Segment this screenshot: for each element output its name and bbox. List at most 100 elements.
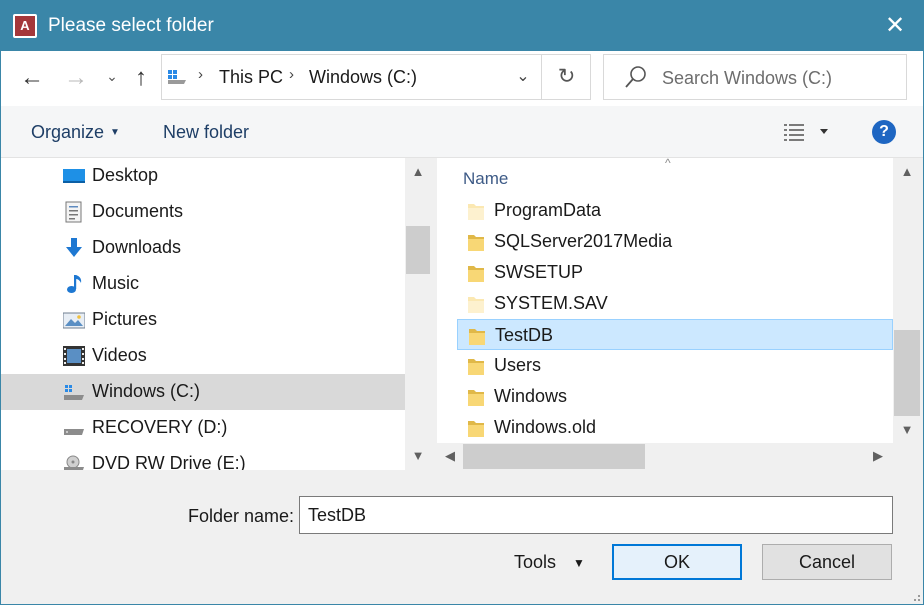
scroll-up-button[interactable]: ▲ <box>893 164 921 179</box>
breadcrumb-separator: › <box>198 66 203 83</box>
command-bar: Organize ▼ New folder ? <box>1 106 923 158</box>
sidebar-item-label: DVD RW Drive (E:) <box>92 453 246 470</box>
address-bar[interactable]: › This PC › Windows (C:) ⌄ ↻ <box>161 54 591 100</box>
chevron-up-icon: ▲ <box>900 164 914 179</box>
sidebar-item-label: Downloads <box>92 237 182 257</box>
file-list-pane: ^ Name ProgramData SQLServer2017Media SW… <box>437 158 921 470</box>
folder-name-field[interactable] <box>299 496 893 534</box>
chevron-up-icon: ▲ <box>411 164 425 179</box>
scroll-down-button[interactable]: ▼ <box>893 422 921 437</box>
dvd-drive-icon <box>64 455 84 470</box>
music-icon <box>67 275 82 293</box>
list-item[interactable]: Windows <box>457 381 893 412</box>
sidebar-item-windows-c[interactable]: Windows (C:) <box>1 374 405 410</box>
caret-down-icon <box>820 129 828 134</box>
folder-icon <box>468 266 484 282</box>
desktop-icon <box>63 169 85 183</box>
sidebar-item-pictures[interactable]: Pictures <box>1 302 405 338</box>
tools-button[interactable]: Tools <box>514 552 556 573</box>
chevron-left-icon: ◀ <box>445 448 455 463</box>
folder-icon <box>468 390 484 406</box>
file-name: TestDB <box>495 325 554 345</box>
address-dropdown-button[interactable]: ⌄ <box>507 66 539 90</box>
sidebar-item-videos[interactable]: Videos <box>1 338 405 374</box>
cancel-button[interactable]: Cancel <box>762 544 892 580</box>
help-button[interactable]: ? <box>872 120 896 144</box>
sidebar-item-desktop[interactable]: Desktop <box>1 158 405 194</box>
documents-icon <box>65 201 82 223</box>
navigation-pane: Desktop Documents Downloads Music Pictur… <box>1 158 431 470</box>
sidebar-item-label: Documents <box>92 201 184 221</box>
list-item[interactable]: SYSTEM.SAV <box>457 288 893 319</box>
list-item[interactable]: SWSETUP <box>457 257 893 288</box>
file-list-vertical-scrollbar[interactable]: ▲ ▼ <box>893 158 921 443</box>
scroll-up-button[interactable]: ▲ <box>405 164 431 179</box>
folder-icon <box>468 421 484 437</box>
select-folder-dialog: A Please select folder ✕ ← → ⌄ ↑ › This … <box>0 0 924 605</box>
forward-arrow-icon: → <box>64 64 88 91</box>
title-bar[interactable]: A Please select folder ✕ <box>1 1 923 51</box>
file-list-horizontal-scrollbar[interactable]: ◀ ▶ <box>437 443 893 470</box>
search-box[interactable] <box>603 54 907 100</box>
scroll-left-button[interactable]: ◀ <box>445 448 455 464</box>
sidebar-item-downloads[interactable]: Downloads <box>1 230 405 266</box>
column-header-name[interactable]: Name <box>463 169 508 189</box>
close-button[interactable]: ✕ <box>867 1 923 51</box>
navigation-pane-scrollbar[interactable]: ▲ ▼ <box>405 158 431 470</box>
navigation-bar: ← → ⌄ ↑ › This PC › Windows (C:) ⌄ ↻ <box>1 51 923 106</box>
sidebar-item-documents[interactable]: Documents <box>1 194 405 230</box>
new-folder-button[interactable]: New folder <box>163 122 249 143</box>
hidden-folder-icon <box>468 297 484 313</box>
caret-down-icon[interactable]: ▼ <box>573 556 585 570</box>
scrollbar-thumb[interactable] <box>463 444 645 469</box>
file-name: Users <box>494 355 542 375</box>
breadcrumb-this-pc[interactable]: This PC <box>219 67 283 88</box>
chevron-down-icon: ⌄ <box>106 68 118 84</box>
resize-grip-icon[interactable] <box>909 590 921 602</box>
list-item[interactable]: ProgramData <box>457 195 893 226</box>
list-item[interactable]: SQLServer2017Media <box>457 226 893 257</box>
folder-name-label: Folder name: <box>188 506 295 526</box>
file-name: ProgramData <box>494 200 602 220</box>
change-view-button[interactable] <box>783 120 835 144</box>
scrollbar-thumb[interactable] <box>894 330 920 416</box>
folder-icon <box>468 359 484 375</box>
sidebar-item-music[interactable]: Music <box>1 266 405 302</box>
window-title: Please select folder <box>48 15 214 36</box>
organize-label: Organize <box>31 122 105 142</box>
up-button[interactable]: ↑ <box>126 61 156 95</box>
file-name: SYSTEM.SAV <box>494 293 608 313</box>
sidebar-item-label: Desktop <box>92 165 159 185</box>
back-button[interactable]: ← <box>17 61 47 95</box>
pictures-icon <box>63 312 85 329</box>
back-arrow-icon: ← <box>20 64 44 91</box>
refresh-button[interactable]: ↻ <box>541 55 591 99</box>
sidebar-item-label: RECOVERY (D:) <box>92 417 228 437</box>
forward-button[interactable]: → <box>61 61 91 95</box>
scroll-down-button[interactable]: ▼ <box>405 448 431 463</box>
sidebar-item-dvd-e[interactable]: DVD RW Drive (E:) <box>1 446 405 470</box>
sort-ascending-icon: ^ <box>665 158 671 170</box>
list-item[interactable]: Users <box>457 350 893 381</box>
list-item[interactable]: Windows.old <box>457 412 893 443</box>
sidebar-item-label: Videos <box>92 345 147 365</box>
file-name: Windows.old <box>494 417 597 437</box>
list-item-selected[interactable]: TestDB <box>457 319 893 350</box>
organize-button[interactable]: Organize ▼ <box>31 122 120 143</box>
file-name: SQLServer2017Media <box>494 231 673 251</box>
folder-icon <box>468 235 484 251</box>
breadcrumb-windows-c[interactable]: Windows (C:) <box>309 67 417 88</box>
downloads-icon <box>66 238 82 257</box>
breadcrumb-separator: › <box>289 66 294 83</box>
access-app-icon: A <box>13 14 37 38</box>
sidebar-item-recovery-d[interactable]: RECOVERY (D:) <box>1 410 405 446</box>
close-icon: ✕ <box>884 12 906 39</box>
ok-button[interactable]: OK <box>612 544 742 580</box>
hidden-folder-icon <box>468 204 484 220</box>
videos-icon <box>63 346 85 366</box>
search-input[interactable] <box>662 63 898 93</box>
sidebar-item-label: Music <box>92 273 140 293</box>
scrollbar-thumb[interactable] <box>406 226 430 274</box>
scroll-right-button[interactable]: ▶ <box>873 448 883 464</box>
recent-locations-button[interactable]: ⌄ <box>97 59 127 93</box>
